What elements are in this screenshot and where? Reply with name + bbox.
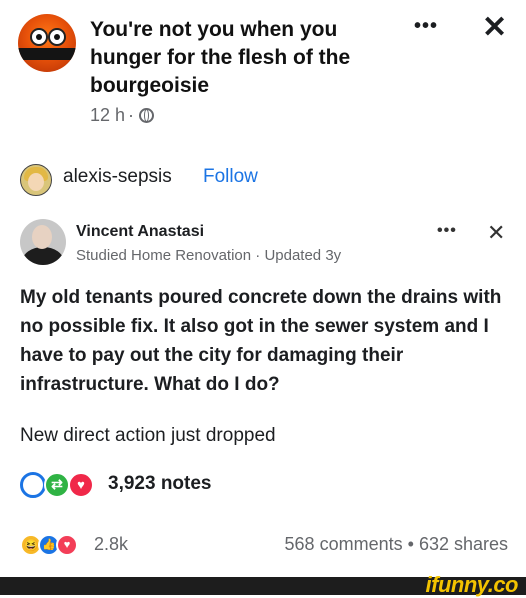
meta-separator: · bbox=[128, 105, 135, 125]
shared-author-avatar[interactable] bbox=[20, 219, 66, 265]
avatar-eye-right bbox=[48, 28, 66, 46]
post-time[interactable]: 12 h bbox=[90, 105, 125, 126]
shared-author-subtitle: Studied Home Renovation · Updated 3y bbox=[76, 247, 342, 264]
reaction-count[interactable]: 2.8k bbox=[94, 534, 128, 555]
love-icon: ♥ bbox=[56, 534, 78, 556]
comment-icon bbox=[20, 472, 46, 498]
author-avatar[interactable] bbox=[20, 164, 52, 196]
post-caption: New direct action just dropped bbox=[20, 425, 276, 446]
heart-icon: ♥ bbox=[68, 472, 94, 498]
avatar-head bbox=[32, 225, 52, 249]
post-meta: 12 h · bbox=[90, 105, 155, 126]
reblog-icon: ⇄ bbox=[44, 472, 70, 498]
shared-question-text: My old tenants poured concrete down the … bbox=[20, 287, 502, 395]
ifunny-watermark: ifunny.co bbox=[425, 572, 519, 597]
globe-icon bbox=[139, 108, 155, 123]
author-name[interactable]: alexis-sepsis bbox=[63, 166, 172, 188]
engagement-stats: 568 comments • 632 shares bbox=[285, 534, 508, 555]
stats-separator: • bbox=[407, 534, 414, 554]
notes-icons: ⇄ ♥ bbox=[20, 472, 100, 498]
close-icon[interactable]: ✕ bbox=[482, 10, 507, 45]
reaction-icons[interactable]: 😆 👍 ♥ bbox=[20, 534, 92, 556]
follow-button[interactable]: Follow bbox=[203, 166, 258, 188]
avatar-body bbox=[22, 247, 64, 265]
shared-author-name[interactable]: Vincent Anastasi bbox=[76, 223, 204, 241]
notes-count[interactable]: 3,923 notes bbox=[108, 473, 212, 495]
avatar-eye-left bbox=[30, 28, 48, 46]
shares-count[interactable]: 632 shares bbox=[419, 534, 508, 554]
group-title[interactable]: You're not you when you hunger for the f… bbox=[90, 16, 380, 100]
avatar-face bbox=[28, 173, 44, 191]
shared-close-icon[interactable]: ✕ bbox=[487, 220, 505, 246]
group-avatar[interactable] bbox=[18, 14, 76, 72]
avatar-band bbox=[18, 48, 76, 60]
more-options-button[interactable]: ••• bbox=[414, 15, 438, 38]
shared-more-options-button[interactable]: ••• bbox=[437, 222, 457, 240]
comments-count[interactable]: 568 comments bbox=[285, 534, 403, 554]
